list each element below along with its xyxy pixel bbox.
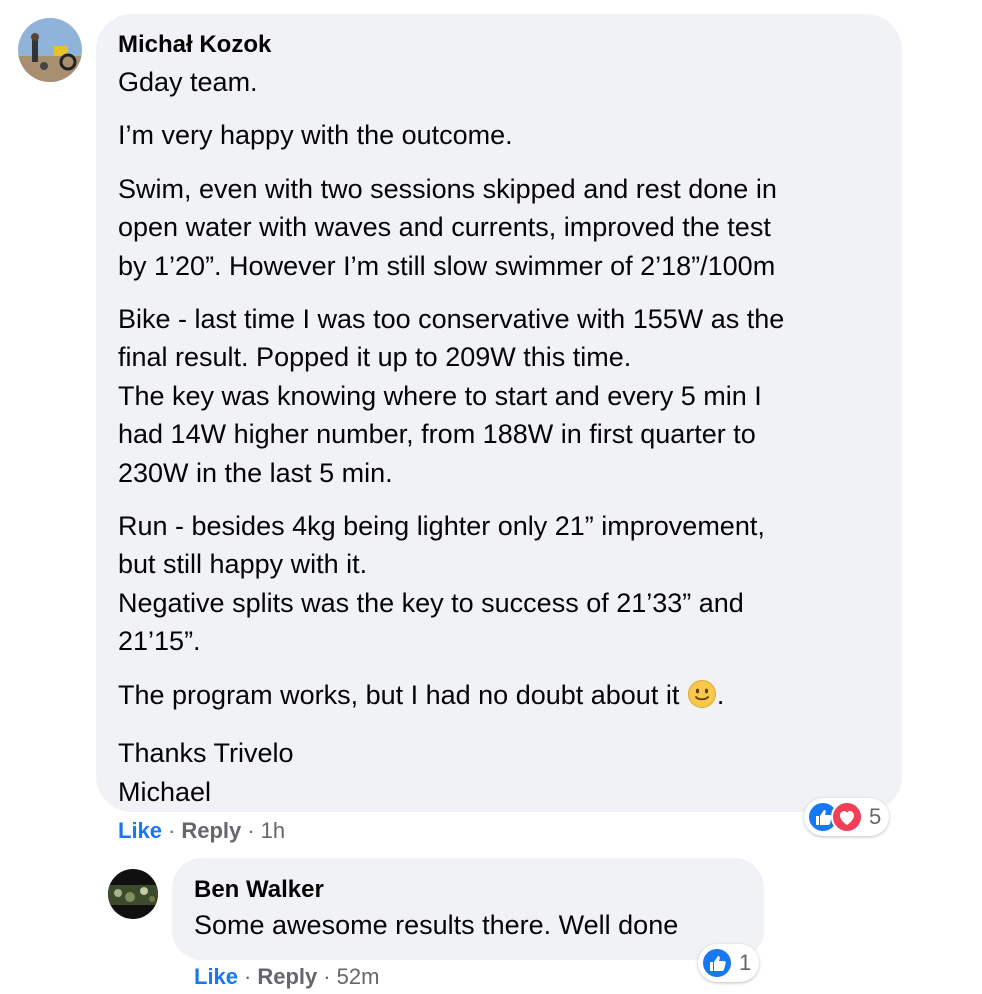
like-button[interactable]: Like [194, 964, 238, 989]
comment-paragraph: Run - besides 4kg being lighter only 21”… [118, 507, 888, 661]
comment-paragraph: Bike - last time I was too conservative … [118, 300, 888, 492]
slightly-smiling-face-icon [687, 679, 717, 719]
avatar-ben-walker[interactable] [108, 869, 158, 919]
separator: · [247, 818, 255, 843]
comment-line: The key was knowing where to start and e… [118, 380, 762, 411]
comment-body: Gday team. I’m very happy with the outcom… [118, 63, 888, 826]
comment-line: 21’15”. [118, 626, 201, 657]
comment-line: Michael [118, 776, 212, 807]
comment-paragraph: Thanks Trivelo Michael [118, 734, 888, 811]
comment-paragraph: The program works, but I had no doubt ab… [118, 676, 888, 719]
reply-button[interactable]: Reply [257, 964, 317, 989]
comment-line: Gday team. [118, 67, 258, 97]
separator: · [323, 964, 331, 989]
reply-body: Some awesome results there. Well done [194, 910, 679, 940]
comment-author[interactable]: Michał Kozok [118, 31, 271, 59]
comment-line: but still happy with it. [118, 549, 368, 580]
comment-paragraph: I’m very happy with the outcome. [118, 116, 888, 154]
comment-line: open water with waves and currents, impr… [118, 212, 771, 243]
comment-line: Run - besides 4kg being lighter only 21”… [118, 511, 765, 542]
comment-line: Bike - last time I was too conservative … [118, 304, 785, 335]
separator: · [244, 964, 252, 989]
comment-line: by 1’20”. However I’m still slow swimmer… [118, 250, 776, 281]
comment-line: 230W in the last 5 min. [118, 457, 393, 488]
love-reaction-icon [831, 801, 863, 833]
comment-actions: Like · Reply · 1h [118, 818, 285, 844]
comment-line: I’m very happy with the outcome. [118, 120, 513, 151]
reply-author[interactable]: Ben Walker [194, 876, 324, 904]
reply-reactions[interactable]: 1 [698, 944, 760, 982]
comment-line-suffix: . [716, 679, 725, 710]
reply-actions: Like · Reply · 52m [194, 964, 379, 990]
like-button[interactable]: Like [118, 818, 162, 843]
reply-button[interactable]: Reply [181, 818, 241, 843]
comment-line: The program works, but I had no doubt ab… [118, 679, 680, 710]
comment-paragraph: Swim, even with two sessions skipped and… [118, 170, 888, 285]
separator: · [168, 818, 176, 843]
reaction-count: 5 [869, 804, 882, 829]
comment-line: Swim, even with two sessions skipped and… [118, 173, 777, 204]
avatar-michal-kozok[interactable] [18, 18, 82, 82]
comment-reactions[interactable]: 5 [804, 798, 890, 836]
comment-timestamp[interactable]: 1h [261, 818, 285, 843]
reaction-count: 1 [739, 950, 752, 975]
comment-line: Negative splits was the key to success o… [118, 587, 744, 618]
comment-line: final result. Popped it up to 209W this … [118, 342, 632, 373]
comment-line: Thanks Trivelo [118, 738, 294, 769]
comment-line: had 14W higher number, from 188W in firs… [118, 419, 756, 450]
comment-paragraph: Gday team. [118, 63, 888, 101]
reply-timestamp[interactable]: 52m [337, 964, 380, 989]
like-reaction-icon [701, 947, 733, 979]
